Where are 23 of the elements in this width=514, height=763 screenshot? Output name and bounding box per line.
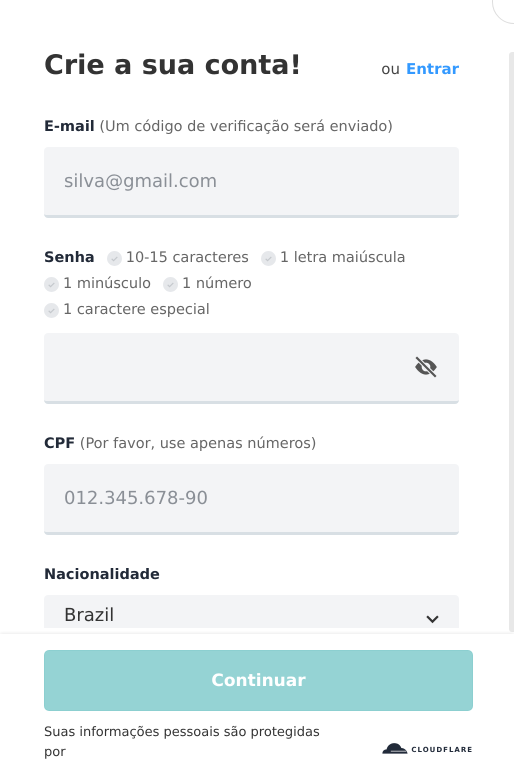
requirement-text: 1 letra maiúscula [280,249,406,268]
cloud-icon [381,742,410,754]
login-link[interactable]: Entrar [406,60,459,78]
field-hint: (Por favor, use apenas números) [80,436,316,452]
field-label: E-mail [44,119,95,135]
scrollbar[interactable] [509,52,514,632]
field-label: Nacionalidade [44,567,160,583]
caret-icon [426,615,439,624]
nationality-dropdown[interactable]: Brazil [44,595,459,628]
login-prompt: ou [381,60,400,78]
privacy-note: Suas informações pessoais são protegidas por [44,724,321,762]
field-hint: (Um código de verificação será enviado) [99,119,393,135]
requirement-text: 1 caractere especial [63,301,210,320]
requirement-text: 1 número [182,275,252,294]
password-field[interactable] [44,333,459,404]
email-field[interactable]: silva@gmail.com [44,147,459,218]
requirement-text: 10-15 caracteres [126,249,249,268]
page-title: Crie a sua conta! [44,50,302,81]
eye-off-icon[interactable] [413,354,439,380]
field-label: CPF [44,436,76,452]
requirement-text: 1 minúsculo [63,275,151,294]
cpf-field[interactable]: 012.345.678-90 [44,464,459,535]
field-label: Senha [44,249,95,268]
